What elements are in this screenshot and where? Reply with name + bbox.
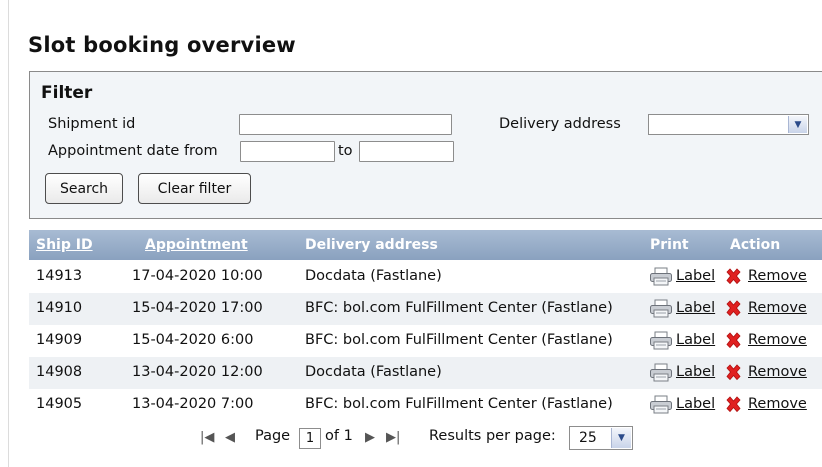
printer-icon[interactable] [649, 395, 673, 414]
filter-panel: Filter Shipment id Delivery address ▼ Ap… [29, 71, 822, 219]
remove-x-icon[interactable] [724, 267, 743, 286]
printer-icon[interactable] [649, 299, 673, 318]
print-label-link[interactable]: Label [676, 300, 715, 316]
printer-icon[interactable] [649, 363, 673, 382]
ship-id-cell: 14908 [36, 364, 83, 380]
appointment-cell: 15-04-2020 17:00 [132, 300, 263, 316]
delivery-address-label: Delivery address [499, 116, 621, 132]
remove-link[interactable]: Remove [748, 268, 807, 284]
delivery-address-select[interactable]: ▼ [648, 114, 809, 135]
appointment-column-header[interactable]: Appointment [145, 237, 248, 253]
appointment-cell: 13-04-2020 12:00 [132, 364, 263, 380]
ship-id-cell: 14910 [36, 300, 83, 316]
appointment-from-input[interactable] [240, 141, 335, 162]
previous-page-icon[interactable]: ◀ [225, 430, 235, 445]
delivery-address-cell: Docdata (Fastlane) [305, 268, 442, 284]
delivery-address-column-header: Delivery address [305, 237, 438, 253]
table-header: Ship ID Appointment Delivery address Pri… [29, 230, 822, 260]
printer-icon[interactable] [649, 331, 673, 350]
clear-filter-button[interactable]: Clear filter [138, 173, 251, 204]
appointment-from-label: Appointment date from [48, 143, 218, 159]
chevron-down-icon: ▼ [611, 428, 631, 448]
ship-id-column-header[interactable]: Ship ID [36, 237, 93, 253]
remove-x-icon[interactable] [724, 331, 743, 350]
table-row: 14908 13-04-2020 12:00 Docdata (Fastlane) L… [29, 357, 822, 389]
to-label: to [338, 143, 353, 159]
chevron-down-icon: ▼ [788, 116, 807, 133]
print-label-link[interactable]: Label [676, 364, 715, 380]
ship-id-cell: 14905 [36, 396, 83, 412]
remove-x-icon[interactable] [724, 363, 743, 382]
delivery-address-cell: Docdata (Fastlane) [305, 364, 442, 380]
results-per-page-select[interactable]: 25 ▼ [569, 426, 633, 450]
delivery-address-cell: BFC: bol.com FulFillment Center (Fastlan… [305, 396, 613, 412]
filter-title: Filter [41, 83, 93, 103]
table-row: 14910 15-04-2020 17:00 BFC: bol.com FulFil… [29, 293, 822, 325]
table-row: 14913 17-04-2020 10:00 Docdata (Fastlane) L… [29, 261, 822, 293]
ship-id-cell: 14909 [36, 332, 83, 348]
remove-x-icon[interactable] [724, 299, 743, 318]
appointment-cell: 13-04-2020 7:00 [132, 396, 254, 412]
remove-link[interactable]: Remove [748, 364, 807, 380]
results-per-page-value: 25 [579, 430, 597, 446]
appointment-to-input[interactable] [359, 141, 454, 162]
remove-link[interactable]: Remove [748, 300, 807, 316]
print-label-link[interactable]: Label [676, 396, 715, 412]
first-page-icon[interactable]: |◀ [200, 430, 214, 445]
table-row: 14905 13-04-2020 7:00 BFC: bol.com FulFill… [29, 389, 822, 421]
print-label-link[interactable]: Label [676, 268, 715, 284]
page-label: Page [255, 428, 291, 444]
print-column-header: Print [650, 237, 689, 253]
shipment-id-input[interactable] [239, 114, 452, 135]
action-column-header: Action [730, 237, 781, 253]
printer-icon[interactable] [649, 267, 673, 286]
pagination-bar: |◀ ◀ Page 1 of 1 ▶ ▶| Results per page: … [0, 426, 822, 450]
print-label-link[interactable]: Label [676, 332, 715, 348]
delivery-address-cell: BFC: bol.com FulFillment Center (Fastlan… [305, 332, 613, 348]
appointment-cell: 17-04-2020 10:00 [132, 268, 263, 284]
remove-x-icon[interactable] [724, 395, 743, 414]
ship-id-cell: 14913 [36, 268, 83, 284]
results-per-page-label: Results per page: [429, 428, 556, 444]
page-number-input[interactable]: 1 [299, 428, 321, 449]
page-count-label: of 1 [325, 428, 353, 444]
next-page-icon[interactable]: ▶ [365, 430, 375, 445]
shipment-id-label: Shipment id [48, 116, 136, 132]
appointment-cell: 15-04-2020 6:00 [132, 332, 254, 348]
page-title: Slot booking overview [28, 33, 296, 57]
delivery-address-cell: BFC: bol.com FulFillment Center (Fastlan… [305, 300, 613, 316]
last-page-icon[interactable]: ▶| [386, 430, 400, 445]
remove-link[interactable]: Remove [748, 332, 807, 348]
table-row: 14909 15-04-2020 6:00 BFC: bol.com FulFill… [29, 325, 822, 357]
remove-link[interactable]: Remove [748, 396, 807, 412]
search-button[interactable]: Search [45, 173, 123, 204]
